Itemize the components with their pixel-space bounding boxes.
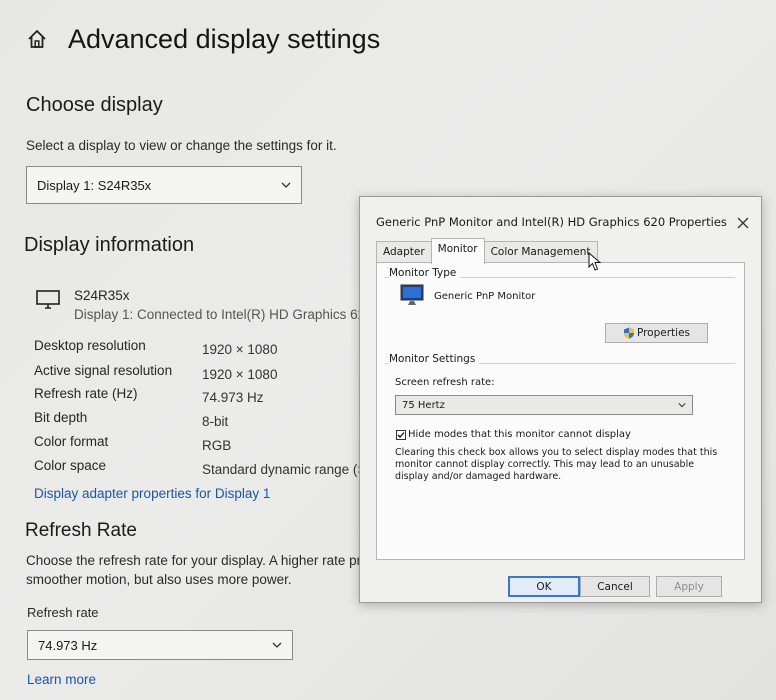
refresh-rate-description-line2: smoother motion, but also uses more powe… xyxy=(26,572,292,587)
refresh-rate-field-label: Refresh rate xyxy=(27,605,99,620)
tab-monitor[interactable]: Monitor xyxy=(430,238,485,264)
monitor-type-group-label: Monitor Type xyxy=(389,267,461,279)
info-value-active-signal-resolution: 1920 × 1080 xyxy=(202,367,278,382)
info-value-bit-depth: 8-bit xyxy=(202,414,229,429)
hide-modes-label: Hide modes that this monitor cannot disp… xyxy=(408,429,631,440)
screen-refresh-rate-value: 75 Hertz xyxy=(402,399,445,411)
info-label-refresh-rate: Refresh rate (Hz) xyxy=(34,386,138,401)
shield-icon xyxy=(623,327,634,339)
hide-modes-note-line1: Clearing this check box allows you to se… xyxy=(395,447,718,458)
display-info-heading: Display information xyxy=(24,234,195,256)
refresh-rate-description-line1: Choose the refresh rate for your display… xyxy=(26,553,360,568)
monitor-type-name: Generic PnP Monitor xyxy=(434,291,536,302)
display-select[interactable]: Display 1: S24R35x xyxy=(26,166,302,204)
page-title: Advanced display settings xyxy=(68,24,381,54)
screen-refresh-rate-select[interactable]: 75 Hertz xyxy=(395,395,693,415)
info-label-bit-depth: Bit depth xyxy=(34,410,88,425)
monitor-properties-button[interactable]: Properties xyxy=(605,323,708,343)
monitor-connection: Display 1: Connected to Intel(R) HD Grap… xyxy=(74,307,373,322)
display-select-value: Display 1: S24R35x xyxy=(37,177,152,193)
apply-button[interactable]: Apply xyxy=(656,576,722,597)
dialog-tabs: Adapter Monitor Color Management xyxy=(376,238,598,264)
chevron-down-icon xyxy=(281,182,291,188)
refresh-rate-heading: Refresh Rate xyxy=(25,520,137,541)
hide-modes-checkbox[interactable] xyxy=(396,430,406,440)
info-value-refresh-rate: 74.973 Hz xyxy=(202,390,264,405)
choose-display-description: Select a display to view or change the s… xyxy=(26,138,337,153)
monitor-icon xyxy=(400,284,424,305)
info-value-color-space: Standard dynamic range (SI xyxy=(202,462,360,477)
close-icon[interactable] xyxy=(737,217,749,229)
info-label-desktop-resolution: Desktop resolution xyxy=(34,338,146,353)
chevron-down-icon xyxy=(678,403,686,408)
tab-color-management[interactable]: Color Management xyxy=(483,241,598,264)
refresh-rate-select-value: 74.973 Hz xyxy=(38,637,98,653)
choose-display-heading: Choose display xyxy=(26,94,163,116)
monitor-tab-panel: Monitor Type Generic PnP Monitor Propert… xyxy=(376,262,745,560)
monitor-settings-group-label: Monitor Settings xyxy=(389,353,480,365)
tab-adapter[interactable]: Adapter xyxy=(376,241,432,264)
monitor-properties-dialog: Generic PnP Monitor and Intel(R) HD Grap… xyxy=(359,196,762,603)
info-value-desktop-resolution: 1920 × 1080 xyxy=(202,342,278,357)
info-value-color-format: RGB xyxy=(202,438,232,453)
learn-more-link[interactable]: Learn more xyxy=(27,672,96,687)
info-label-color-space: Color space xyxy=(34,458,107,473)
monitor-name: S24R35x xyxy=(74,288,130,303)
monitor-properties-button-label: Properties xyxy=(636,327,691,339)
cancel-button[interactable]: Cancel xyxy=(580,576,650,597)
refresh-rate-select[interactable]: 74.973 Hz xyxy=(27,630,293,660)
hide-modes-note-line3: display and/or damaged hardware. xyxy=(395,471,562,482)
display-adapter-properties-link[interactable]: Display adapter properties for Display 1 xyxy=(34,486,270,501)
checkmark-icon xyxy=(397,432,405,438)
chevron-down-icon xyxy=(272,642,282,648)
dialog-title: Generic PnP Monitor and Intel(R) HD Grap… xyxy=(376,215,727,229)
info-label-color-format: Color format xyxy=(34,434,109,449)
ok-button[interactable]: OK xyxy=(508,576,580,597)
home-icon[interactable] xyxy=(26,28,48,50)
info-label-active-signal-resolution: Active signal resolution xyxy=(34,363,173,378)
hide-modes-note-line2: monitor cannot display correctly. This m… xyxy=(395,459,695,470)
monitor-icon xyxy=(36,290,60,309)
screen-refresh-rate-label: Screen refresh rate: xyxy=(395,377,495,388)
mouse-cursor-icon xyxy=(588,252,602,271)
